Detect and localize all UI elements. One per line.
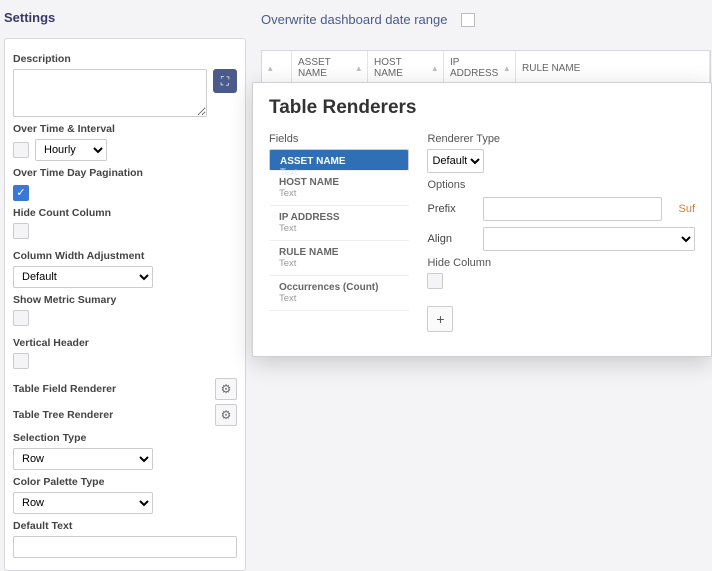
gear-icon: ⚙ xyxy=(221,382,232,396)
align-select[interactable] xyxy=(483,227,695,251)
default-text-input[interactable] xyxy=(13,536,237,558)
field-item[interactable]: RULE NAMEText xyxy=(269,241,409,276)
over-time-interval-label: Over Time & Interval xyxy=(13,123,237,135)
selection-type-label: Selection Type xyxy=(13,432,237,444)
field-name: ASSET NAME xyxy=(280,156,398,167)
table-tree-renderer-settings-button[interactable]: ⚙ xyxy=(215,404,237,426)
overwrite-date-range-checkbox[interactable] xyxy=(461,13,475,27)
hide-count-column-checkbox[interactable] xyxy=(13,223,29,239)
show-metric-summary-label: Show Metric Sumary xyxy=(13,294,237,306)
field-item[interactable]: ASSET NAMEText xyxy=(269,149,409,171)
fields-list: ASSET NAMETextHOST NAMETextIP ADDRESSTex… xyxy=(269,149,409,311)
add-option-button[interactable]: + xyxy=(427,306,453,332)
column-width-label: Column Width Adjustment xyxy=(13,250,237,262)
field-type: Text xyxy=(279,293,399,304)
hide-count-column-label: Hide Count Column xyxy=(13,207,237,219)
field-name: Occurrences (Count) xyxy=(279,282,399,293)
renderer-type-label: Renderer Type xyxy=(427,133,695,145)
field-type: Text xyxy=(279,258,399,269)
color-palette-select[interactable]: Row xyxy=(13,492,153,514)
field-type: Text xyxy=(279,188,399,199)
header-host-name[interactable]: HOST NAME xyxy=(374,57,428,79)
field-name: HOST NAME xyxy=(279,177,399,188)
overwrite-date-range-label: Overwrite dashboard date range xyxy=(261,12,447,27)
fields-label: Fields xyxy=(269,133,409,145)
sort-icon[interactable]: ▴ xyxy=(356,63,361,74)
description-input[interactable] xyxy=(13,69,207,117)
over-time-day-pagination-label: Over Time Day Pagination xyxy=(13,167,237,179)
vertical-header-checkbox[interactable] xyxy=(13,353,29,369)
column-width-select[interactable]: Default xyxy=(13,266,153,288)
dialog-title: Table Renderers xyxy=(269,97,695,119)
column-header-row: ▴ ASSET NAME ▴ HOST NAME ▴ IP ADDRESS ▴ RUL… xyxy=(261,50,711,86)
settings-panel: Description ⛶ Over Time & Interval Hourl… xyxy=(4,38,246,571)
field-type: Text xyxy=(279,223,399,234)
default-text-label: Default Text xyxy=(13,520,237,532)
color-palette-label: Color Palette Type xyxy=(13,476,237,488)
renderer-type-select[interactable]: Default xyxy=(427,149,484,173)
table-field-renderer-settings-button[interactable]: ⚙ xyxy=(215,378,237,400)
sort-icon[interactable]: ▴ xyxy=(432,63,437,74)
header-rule-name[interactable]: RULE NAME xyxy=(522,63,580,74)
gear-icon: ⚙ xyxy=(221,408,232,422)
field-item[interactable]: IP ADDRESSText xyxy=(269,206,409,241)
field-item[interactable]: Occurrences (Count)Text xyxy=(269,276,409,311)
show-metric-summary-checkbox[interactable] xyxy=(13,310,29,326)
vertical-header-label: Vertical Header xyxy=(13,337,237,349)
options-label: Options xyxy=(427,179,695,191)
prefix-input[interactable] xyxy=(483,197,662,221)
interval-select[interactable]: Hourly xyxy=(35,139,107,161)
expand-icon: ⛶ xyxy=(221,74,229,89)
description-label: Description xyxy=(13,53,237,65)
field-item[interactable]: HOST NAMEText xyxy=(269,171,409,206)
sort-icon[interactable]: ▴ xyxy=(268,63,273,74)
field-name: RULE NAME xyxy=(279,247,399,258)
overwrite-date-range-row: Overwrite dashboard date range xyxy=(261,12,475,27)
suffix-label: Suf xyxy=(678,203,695,215)
description-expand-button[interactable]: ⛶ xyxy=(213,69,237,93)
over-time-day-pagination-checkbox[interactable]: ✓ xyxy=(13,185,29,201)
table-tree-renderer-label: Table Tree Renderer xyxy=(13,409,113,421)
plus-icon: + xyxy=(436,311,444,327)
table-renderers-dialog: Table Renderers Fields ASSET NAMETextHOS… xyxy=(252,82,712,357)
align-label: Align xyxy=(427,233,473,245)
header-ip-address[interactable]: IP ADDRESS xyxy=(450,57,500,79)
over-time-interval-checkbox[interactable] xyxy=(13,142,29,158)
table-field-renderer-label: Table Field Renderer xyxy=(13,383,116,395)
hide-column-checkbox[interactable] xyxy=(427,273,443,289)
hide-column-label: Hide Column xyxy=(427,257,695,269)
sort-icon[interactable]: ▴ xyxy=(504,63,509,74)
header-asset-name[interactable]: ASSET NAME xyxy=(298,57,352,79)
selection-type-select[interactable]: Row xyxy=(13,448,153,470)
prefix-label: Prefix xyxy=(427,203,473,215)
field-name: IP ADDRESS xyxy=(279,212,399,223)
